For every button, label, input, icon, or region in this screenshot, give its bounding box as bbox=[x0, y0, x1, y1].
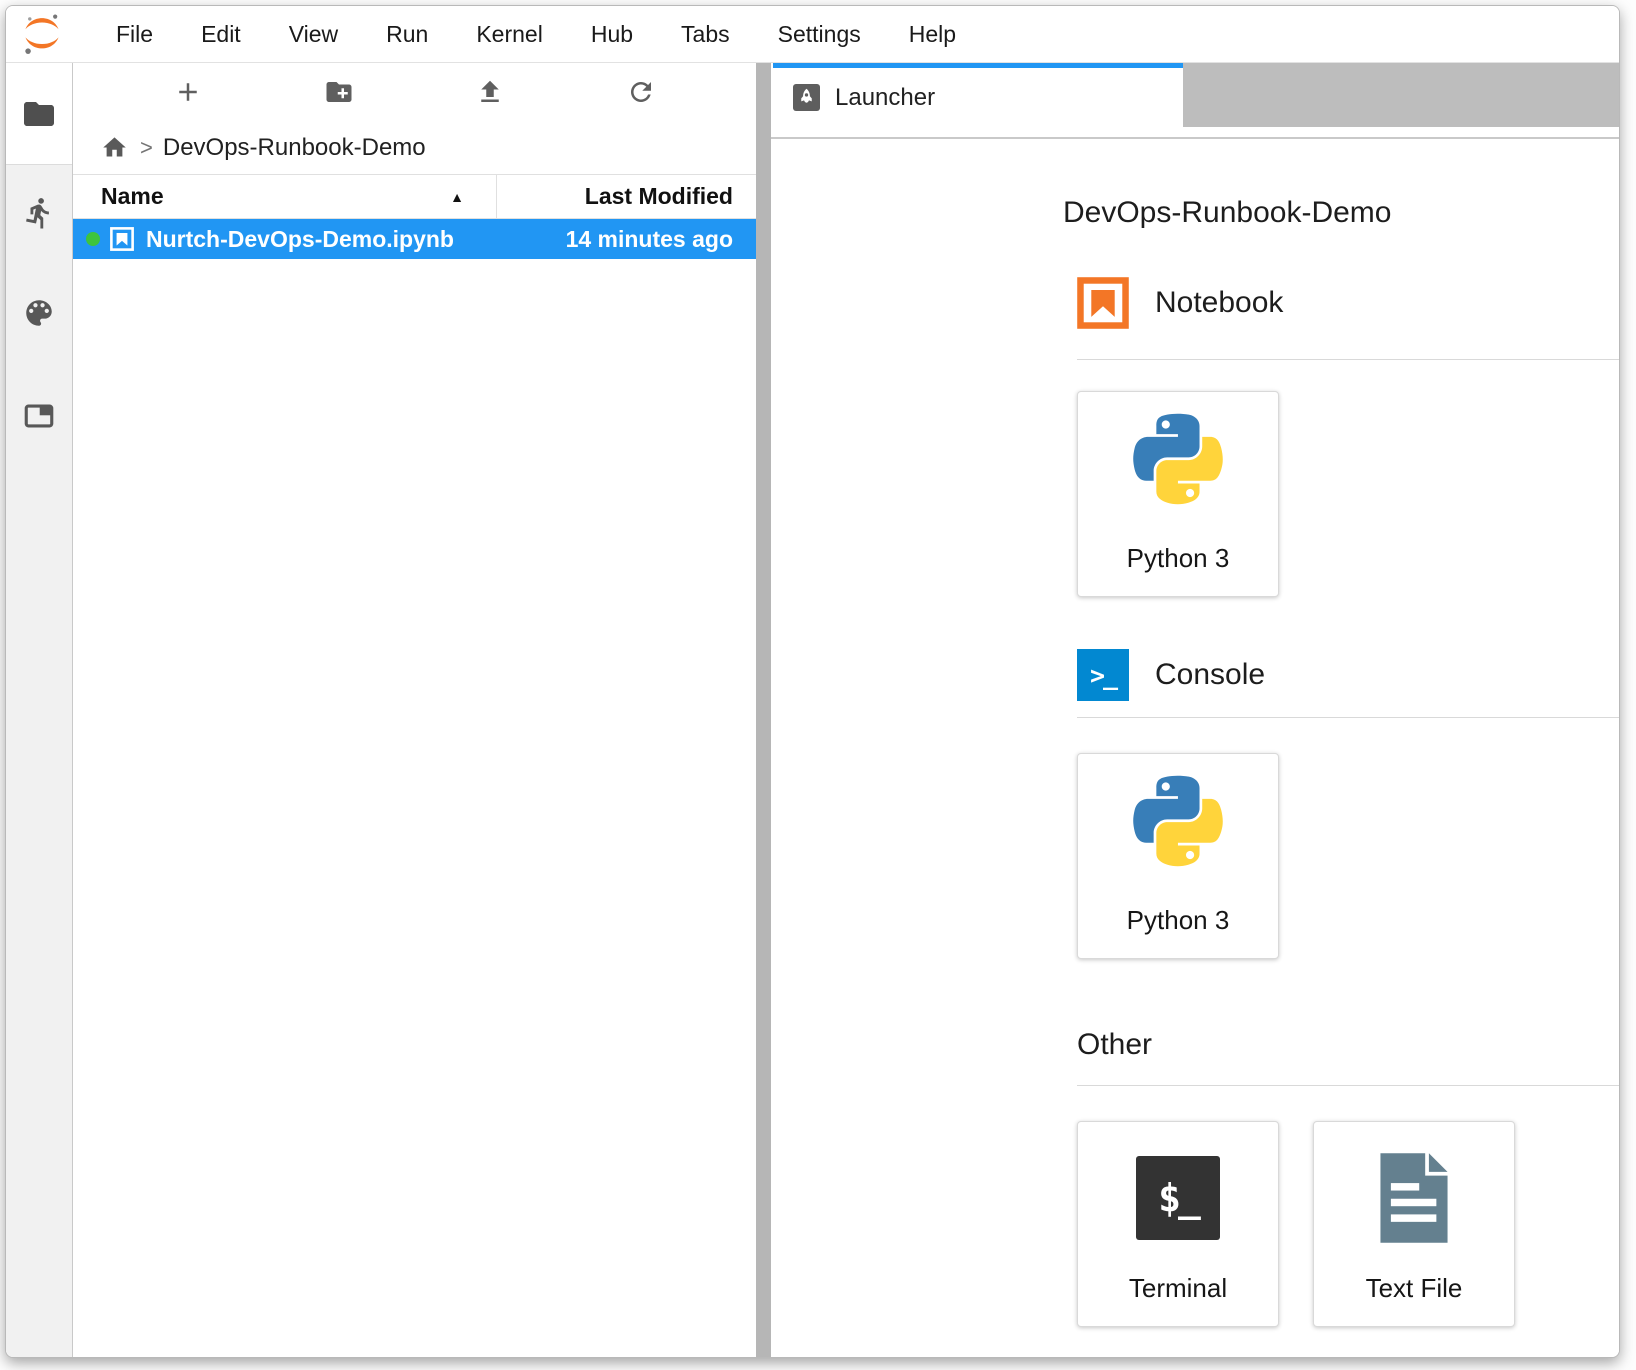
new-folder-button[interactable] bbox=[264, 77, 415, 107]
tab-launcher[interactable]: Launcher bbox=[773, 63, 1183, 127]
menu-settings[interactable]: Settings bbox=[754, 21, 885, 48]
menu-run[interactable]: Run bbox=[362, 21, 452, 48]
section-divider bbox=[1077, 359, 1619, 360]
menu-file[interactable]: File bbox=[92, 21, 177, 48]
other-section-label: Other bbox=[1077, 1027, 1619, 1062]
card-icon-area bbox=[1078, 754, 1278, 905]
launcher-rocket-icon bbox=[793, 84, 820, 111]
menu-hub[interactable]: Hub bbox=[567, 21, 657, 48]
file-row-selected[interactable]: Nurtch-DevOps-Demo.ipynb 14 minutes ago bbox=[73, 219, 756, 259]
refresh-icon bbox=[626, 77, 656, 107]
tabs-icon bbox=[22, 399, 56, 433]
file-browser-panel: > DevOps-Runbook-Demo Name ▲ Last Modifi… bbox=[73, 63, 756, 1357]
sidebar-item-files[interactable] bbox=[6, 63, 72, 165]
sort-ascending-icon: ▲ bbox=[450, 189, 464, 205]
text-file-icon bbox=[1373, 1151, 1455, 1245]
menu-edit[interactable]: Edit bbox=[177, 21, 265, 48]
launcher-section-notebook: Notebook bbox=[1077, 277, 1619, 329]
tab-bar-gap bbox=[771, 127, 1619, 137]
launcher-panel: DevOps-Runbook-Demo Notebook bbox=[771, 139, 1619, 1357]
launcher-section-console: >_ Console bbox=[1077, 649, 1619, 701]
notebook-section-label: Notebook bbox=[1155, 286, 1283, 320]
card-label: Terminal bbox=[1129, 1273, 1227, 1304]
other-cards-row: $_ Terminal bbox=[1077, 1121, 1619, 1327]
card-label: Python 3 bbox=[1127, 543, 1230, 574]
menu-bar: File Edit View Run Kernel Hub Tabs Setti… bbox=[6, 6, 1619, 63]
file-list-header: Name ▲ Last Modified bbox=[73, 174, 756, 219]
breadcrumb-home[interactable] bbox=[101, 134, 128, 161]
folder-icon bbox=[21, 96, 57, 132]
upload-button[interactable] bbox=[415, 77, 566, 107]
breadcrumb: > DevOps-Runbook-Demo bbox=[73, 121, 756, 174]
upload-icon bbox=[475, 77, 505, 107]
card-icon-area: $_ bbox=[1078, 1122, 1278, 1273]
section-divider bbox=[1077, 1085, 1619, 1086]
launcher-cwd-title: DevOps-Runbook-Demo bbox=[1063, 195, 1619, 231]
screenshot-stage: File Edit View Run Kernel Hub Tabs Setti… bbox=[0, 0, 1636, 1370]
sidebar-item-tabs[interactable] bbox=[6, 399, 72, 433]
file-browser-toolbar bbox=[73, 63, 756, 121]
card-icon-area bbox=[1078, 392, 1278, 543]
card-label: Python 3 bbox=[1127, 905, 1230, 936]
panel-splitter-handle[interactable] bbox=[756, 63, 771, 1357]
menu-kernel[interactable]: Kernel bbox=[452, 21, 566, 48]
last-modified-column-label: Last Modified bbox=[585, 183, 733, 210]
palette-icon bbox=[22, 296, 56, 330]
name-column-label: Name bbox=[101, 183, 164, 210]
running-man-icon bbox=[22, 196, 56, 230]
column-header-last-modified[interactable]: Last Modified bbox=[496, 175, 756, 218]
card-label: Text File bbox=[1366, 1273, 1463, 1304]
menu-help[interactable]: Help bbox=[885, 21, 980, 48]
app-body: > DevOps-Runbook-Demo Name ▲ Last Modifi… bbox=[6, 63, 1619, 1357]
card-text-file[interactable]: Text File bbox=[1313, 1121, 1515, 1327]
card-terminal[interactable]: $_ Terminal bbox=[1077, 1121, 1279, 1327]
kernel-running-dot bbox=[86, 232, 100, 246]
jupyter-logo-icon bbox=[20, 10, 64, 58]
new-launcher-button[interactable] bbox=[113, 77, 264, 107]
card-notebook-python3[interactable]: Python 3 bbox=[1077, 391, 1279, 597]
sidebar-item-commands[interactable] bbox=[6, 296, 72, 330]
plus-icon bbox=[173, 77, 203, 107]
file-last-modified: 14 minutes ago bbox=[496, 226, 756, 253]
python-logo-icon bbox=[1122, 412, 1234, 524]
notebook-orange-icon bbox=[1077, 277, 1129, 329]
main-dock-panel: Launcher DevOps-Runbook-Demo Notebook bbox=[771, 63, 1619, 1357]
breadcrumb-separator: > bbox=[140, 135, 153, 161]
tab-bar-empty-area bbox=[1183, 63, 1619, 127]
new-folder-icon bbox=[324, 77, 354, 107]
console-section-label: Console bbox=[1155, 658, 1265, 692]
activity-sidebar bbox=[6, 63, 73, 1357]
dock-tab-bar: Launcher bbox=[771, 63, 1619, 127]
console-icon: >_ bbox=[1077, 649, 1129, 701]
sidebar-item-running[interactable] bbox=[6, 196, 72, 230]
breadcrumb-current-folder[interactable]: DevOps-Runbook-Demo bbox=[163, 134, 426, 162]
tab-launcher-label: Launcher bbox=[835, 84, 935, 112]
menu-items: File Edit View Run Kernel Hub Tabs Setti… bbox=[92, 21, 980, 48]
terminal-icon: $_ bbox=[1136, 1156, 1220, 1240]
home-icon bbox=[101, 134, 128, 161]
card-icon-area bbox=[1314, 1122, 1514, 1273]
menu-view[interactable]: View bbox=[265, 21, 362, 48]
python-logo-icon bbox=[1122, 774, 1234, 886]
section-divider bbox=[1077, 717, 1619, 718]
console-glyph: >_ bbox=[1090, 661, 1116, 690]
refresh-button[interactable] bbox=[565, 77, 716, 107]
jupyterlab-window: File Edit View Run Kernel Hub Tabs Setti… bbox=[5, 5, 1620, 1358]
card-console-python3[interactable]: Python 3 bbox=[1077, 753, 1279, 959]
column-header-name[interactable]: Name ▲ bbox=[73, 175, 496, 218]
menu-tabs[interactable]: Tabs bbox=[657, 21, 754, 48]
notebook-icon bbox=[109, 226, 135, 252]
file-name: Nurtch-DevOps-Demo.ipynb bbox=[146, 226, 454, 253]
file-row-name-cell: Nurtch-DevOps-Demo.ipynb bbox=[73, 226, 496, 253]
terminal-glyph: $_ bbox=[1158, 1176, 1198, 1220]
